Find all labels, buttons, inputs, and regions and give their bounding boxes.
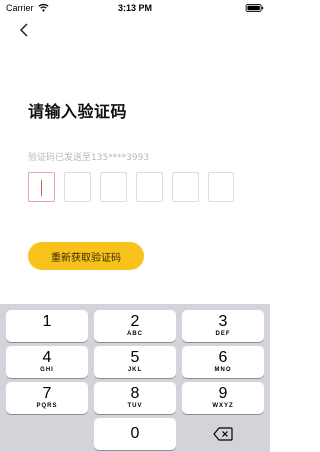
key-letters: GHI (40, 367, 54, 373)
key-digit: 3 (218, 313, 228, 330)
code-box-4[interactable] (136, 172, 163, 202)
battery-icon (245, 4, 264, 12)
key-5[interactable]: 5 JKL (94, 346, 176, 378)
delete-key[interactable] (182, 418, 264, 450)
status-time: 3:13 PM (117, 3, 152, 13)
key-letters: ABC (127, 331, 143, 337)
page-title: 请输入验证码 (28, 102, 128, 121)
key-9[interactable]: 9 WXYZ (182, 382, 264, 414)
key-letters: JKL (127, 367, 143, 373)
key-2[interactable]: 2 ABC (94, 310, 176, 342)
code-box-5[interactable] (172, 172, 199, 202)
key-letters: TUV (127, 403, 143, 409)
key-letters: WXYZ (212, 403, 234, 409)
code-box-6[interactable] (208, 172, 234, 202)
key-letters: PQRS (36, 403, 58, 409)
verification-code-input[interactable] (28, 172, 234, 202)
status-bar: Carrier 3:13 PM (0, 0, 270, 16)
code-box-3[interactable] (100, 172, 127, 202)
key-digit: 2 (130, 313, 140, 330)
key-digit: 5 (130, 349, 140, 366)
key-digit: 1 (42, 313, 52, 330)
code-sent-hint: 验证码已发送至135****3993 (28, 153, 150, 163)
code-box-2[interactable] (64, 172, 91, 202)
key-1[interactable]: 1 (6, 310, 88, 342)
backspace-icon (213, 427, 233, 441)
key-letters: MNO (214, 367, 232, 373)
text-cursor (41, 180, 42, 196)
key-digit: 7 (42, 385, 52, 402)
numeric-keypad: 1 2 ABC 3 DEF 4 GHI 5 JKL 6 MNO 7 PQRS 8… (0, 304, 270, 452)
back-button[interactable] (14, 20, 34, 40)
key-7[interactable]: 7 PQRS (6, 382, 88, 414)
key-digit: 0 (130, 425, 140, 442)
key-4[interactable]: 4 GHI (6, 346, 88, 378)
key-digit: 6 (218, 349, 228, 366)
key-6[interactable]: 6 MNO (182, 346, 264, 378)
key-digit: 8 (130, 385, 140, 402)
key-digit: 9 (218, 385, 228, 402)
key-3[interactable]: 3 DEF (182, 310, 264, 342)
key-0[interactable]: 0 (94, 418, 176, 450)
code-box-1[interactable] (28, 172, 55, 202)
resend-code-button[interactable]: 重新获取验证码 (28, 242, 144, 270)
key-digit: 4 (42, 349, 52, 366)
key-letters: DEF (215, 331, 231, 337)
key-8[interactable]: 8 TUV (94, 382, 176, 414)
chevron-left-icon (19, 23, 28, 37)
